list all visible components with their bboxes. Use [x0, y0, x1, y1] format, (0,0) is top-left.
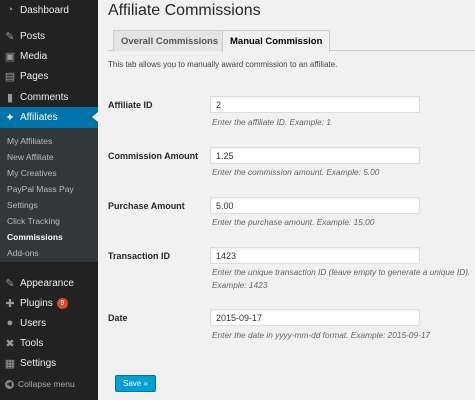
media-icon: ▣ — [4, 50, 16, 63]
purchase-amount-hint: Enter the purchase amount. Example: 15.0… — [212, 217, 375, 227]
submenu-my-affiliates[interactable]: My Affiliates — [7, 136, 52, 146]
update-count-badge: 9 — [56, 297, 68, 309]
tab-description: This tab allows you to manually award co… — [108, 60, 338, 69]
plugins-icon: ✚ — [5, 297, 15, 310]
date-label: Date — [108, 313, 128, 323]
tab-bar: Overall Commissions Manual Commission — [108, 27, 475, 52]
menu-appearance[interactable]: ✎ Appearance — [0, 273, 98, 293]
date-input[interactable] — [210, 309, 420, 326]
tab-manual-commission[interactable]: Manual Commission — [222, 30, 331, 52]
submenu-paypal-mass-pay[interactable]: PayPal Mass Pay — [7, 184, 74, 194]
menu-label: Settings — [20, 357, 57, 369]
affiliate-id-input[interactable] — [210, 96, 420, 113]
submenu-commissions[interactable]: Commissions — [7, 232, 63, 242]
menu-tools[interactable]: ✖ Tools — [0, 333, 98, 353]
admin-sidebar: ◔ Dashboard ✎ Posts ▣ Media ▤ Pages ▮ Co… — [0, 0, 98, 400]
menu-dashboard[interactable]: ◔ Dashboard — [0, 0, 98, 20]
menu-users[interactable]: ● Users — [0, 313, 98, 333]
affiliate-id-label: Affiliate ID — [108, 100, 153, 110]
pin-icon: ✎ — [5, 30, 15, 43]
affiliates-icon: ✦ — [5, 112, 15, 124]
submenu-new-affiliate[interactable]: New Affiliate — [7, 152, 54, 162]
transaction-id-label: Transaction ID — [108, 251, 171, 261]
menu-media[interactable]: ▣ Media — [0, 46, 98, 66]
menu-settings[interactable]: ▦ Settings — [0, 353, 98, 373]
pages-icon: ▤ — [4, 70, 16, 83]
submenu-click-tracking[interactable]: Click Tracking — [7, 216, 60, 226]
menu-label: Comments — [20, 91, 69, 103]
menu-label: Users — [20, 317, 47, 329]
menu-label: Affiliates — [20, 112, 58, 123]
purchase-amount-input[interactable] — [210, 197, 420, 214]
menu-label: Appearance — [20, 277, 74, 289]
menu-comments[interactable]: ▮ Comments — [0, 87, 98, 107]
commission-amount-hint: Enter the commission amount. Example: 5.… — [212, 167, 380, 177]
menu-label: Posts — [20, 30, 46, 42]
menu-label: Plugins — [20, 297, 53, 309]
save-button[interactable]: Save » — [115, 375, 156, 392]
commission-amount-input[interactable] — [210, 147, 420, 164]
collapse-menu-button[interactable]: ◀ Collapse menu — [0, 376, 75, 392]
menu-affiliates[interactable]: ✦ Affiliates — [0, 107, 98, 128]
date-hint: Enter the date in yyyy-mm-dd format. Exa… — [212, 330, 431, 340]
menu-label: Dashboard — [20, 4, 69, 16]
appearance-icon: ✎ — [5, 277, 15, 290]
menu-posts[interactable]: ✎ Posts — [0, 26, 98, 46]
menu-label: Pages — [20, 70, 49, 82]
collapse-arrow-icon: ◀ — [4, 379, 14, 389]
page-title: Affiliate Commissions — [108, 2, 261, 19]
submenu-settings[interactable]: Settings — [7, 200, 38, 210]
comments-icon: ▮ — [6, 91, 14, 104]
purchase-amount-label: Purchase Amount — [108, 201, 185, 211]
menu-label: Media — [20, 50, 48, 62]
tab-overall-commissions[interactable]: Overall Commissions — [113, 30, 227, 51]
menu-pages[interactable]: ▤ Pages — [0, 66, 98, 86]
dashboard-icon: ◔ — [6, 4, 14, 16]
transaction-id-input[interactable] — [210, 247, 420, 264]
transaction-id-hint: Enter the unique transaction ID (leave e… — [212, 267, 471, 290]
submenu-my-creatives[interactable]: My Creatives — [7, 168, 57, 178]
menu-plugins[interactable]: ✚ Plugins 9 — [0, 293, 98, 313]
affiliate-id-hint: Enter the affiliate ID. Example: 1 — [212, 117, 331, 127]
tools-icon: ✖ — [5, 337, 15, 350]
users-icon: ● — [6, 317, 14, 329]
collapse-label: Collapse menu — [18, 379, 75, 389]
settings-icon: ▦ — [4, 357, 16, 370]
commission-amount-label: Commission Amount — [108, 151, 199, 161]
submenu-add-ons[interactable]: Add-ons — [7, 248, 39, 258]
menu-label: Tools — [20, 337, 44, 349]
affiliates-submenu: My Affiliates New Affiliate My Creatives… — [0, 128, 98, 262]
